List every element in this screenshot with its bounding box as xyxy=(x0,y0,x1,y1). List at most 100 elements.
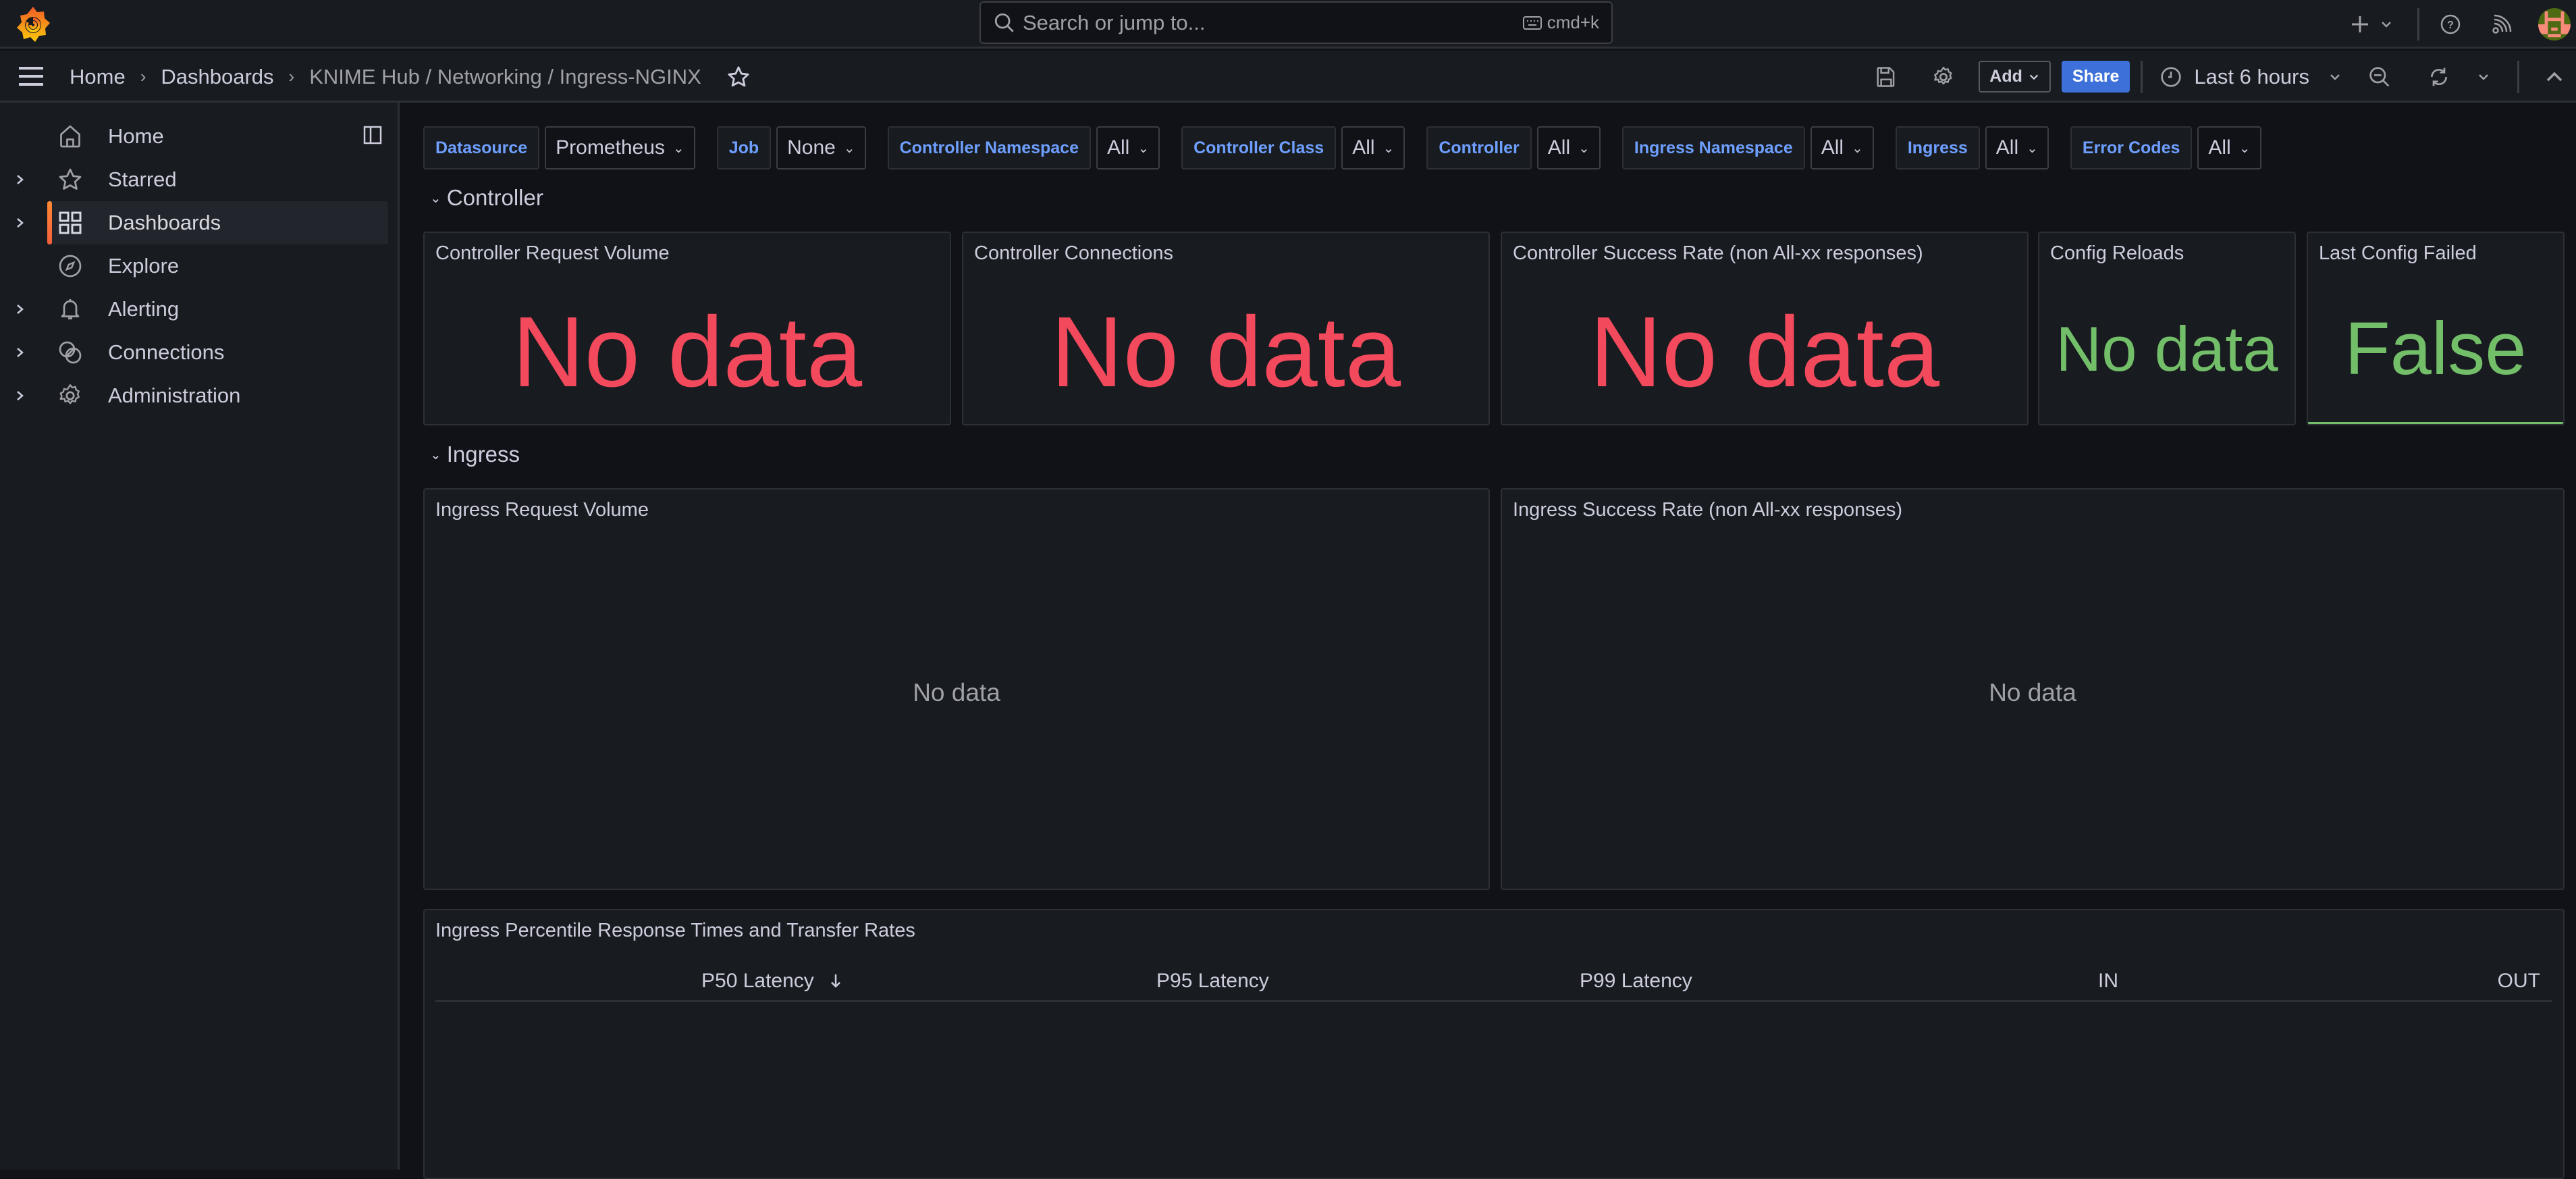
new-button[interactable] xyxy=(2350,14,2393,34)
breadcrumb-separator-icon: › xyxy=(288,66,295,86)
add-button[interactable]: Add xyxy=(1979,61,2051,93)
search-placeholder: Search or jump to... xyxy=(1023,10,1206,34)
dashboard-actions: Add Share Last 6 hours xyxy=(1876,51,2576,103)
variable-value: Prometheus xyxy=(556,136,665,159)
panel-controller-connections[interactable]: Controller Connections No data xyxy=(962,232,1490,425)
variable-select-ingress-namespace[interactable]: All ⌄ xyxy=(1810,126,1874,169)
panel-title: Last Config Failed xyxy=(2319,242,2477,264)
stat-value-text: No data xyxy=(512,296,863,408)
stat-value: No data xyxy=(963,280,1488,424)
top-bar-actions: ? xyxy=(2350,0,2576,49)
menu-toggle-button[interactable] xyxy=(18,66,45,87)
refresh-interval-picker[interactable] xyxy=(2477,70,2490,84)
chevron-down-icon xyxy=(2029,74,2039,80)
zoom-out-time-button[interactable] xyxy=(2369,66,2390,88)
variable-label-controller: Controller xyxy=(1426,126,1532,169)
variable-select-controller-namespace[interactable]: All ⌄ xyxy=(1096,126,1160,169)
variable-select-controller[interactable]: All ⌄ xyxy=(1536,126,1601,169)
sidebar-item-starred[interactable]: Starred xyxy=(0,158,388,201)
chevron-right-icon[interactable] xyxy=(15,300,26,319)
sidebar-item-administration[interactable]: Administration xyxy=(0,374,388,417)
user-avatar[interactable] xyxy=(2538,8,2571,41)
chevron-right-icon[interactable] xyxy=(15,170,26,189)
collapse-header-button[interactable] xyxy=(2545,70,2564,84)
dashboards-grid-icon xyxy=(59,211,82,234)
row-ingress-toggle[interactable]: ⌄ Ingress xyxy=(430,442,520,467)
sidebar-item-explore[interactable]: Explore xyxy=(0,244,388,288)
chevron-right-icon[interactable] xyxy=(15,213,26,232)
share-button[interactable]: Share xyxy=(2061,61,2130,93)
help-icon: ? xyxy=(2440,14,2461,34)
column-header-p99-latency[interactable]: P99 Latency xyxy=(1580,970,1692,993)
stat-value: No data xyxy=(2039,273,2295,424)
chevron-right-icon[interactable] xyxy=(15,386,26,405)
variable-select-job[interactable]: None ⌄ xyxy=(776,126,866,169)
row-controller-toggle[interactable]: ⌄ Controller xyxy=(430,185,543,211)
panel-config-reloads[interactable]: Config Reloads No data xyxy=(2038,232,2296,425)
search-shortcut: cmd+k xyxy=(1522,12,1599,33)
rss-feed-icon xyxy=(2492,14,2512,34)
variable-value: All xyxy=(1821,136,1844,159)
column-header-p95-latency[interactable]: P95 Latency xyxy=(1156,970,1269,993)
sidebar-item-label: Administration xyxy=(108,384,241,407)
sidebar-item-dashboards[interactable]: Dashboards xyxy=(47,201,388,244)
panel-last-config-failed[interactable]: Last Config Failed False xyxy=(2307,232,2565,425)
variable-select-controller-class[interactable]: All ⌄ xyxy=(1341,126,1405,169)
variable-select-error-codes[interactable]: All ⌄ xyxy=(2197,126,2261,169)
grafana-logo-icon[interactable] xyxy=(15,5,51,43)
save-icon xyxy=(1877,66,1895,87)
breadcrumb: Home › Dashboards › KNIME Hub / Networki… xyxy=(70,51,750,103)
refresh-icon xyxy=(2431,68,2447,86)
panel-controller-success-rate[interactable]: Controller Success Rate (non All-xx resp… xyxy=(1501,232,2029,425)
column-header-p50-latency[interactable]: P50 Latency xyxy=(701,970,842,993)
time-range-label: Last 6 hours xyxy=(2194,64,2309,88)
chevron-down-icon: ⌄ xyxy=(2027,140,2038,156)
stat-value: No data xyxy=(425,280,950,424)
plus-icon xyxy=(2352,16,2368,32)
breadcrumb-dashboards[interactable]: Dashboards xyxy=(161,65,273,89)
stat-value: No data xyxy=(1502,280,2027,424)
breadcrumb-home[interactable]: Home xyxy=(70,65,126,89)
chevron-down-icon: ⌄ xyxy=(672,140,685,156)
variable-select-datasource[interactable]: Prometheus ⌄ xyxy=(545,126,695,169)
sidebar: Home Starred Dashboards Explore Alerting… xyxy=(0,103,400,1170)
search-input[interactable]: Search or jump to... cmd+k xyxy=(980,1,1613,44)
panel-ingress-success-rate[interactable]: Ingress Success Rate (non All-xx respons… xyxy=(1501,488,2565,890)
panel-ingress-percentile-table[interactable]: Ingress Percentile Response Times and Tr… xyxy=(423,909,2565,1179)
panel-title: Config Reloads xyxy=(2050,242,2184,264)
variable-label-ingress: Ingress xyxy=(1895,126,1980,169)
hamburger-menu-icon xyxy=(19,67,43,86)
mark-favorite-button[interactable] xyxy=(727,66,750,88)
sidebar-item-label: Explore xyxy=(108,254,180,278)
help-button[interactable]: ? xyxy=(2440,14,2461,35)
panel-controller-request-volume[interactable]: Controller Request Volume No data xyxy=(423,232,951,425)
breadcrumb-current-dashboard: KNIME Hub / Networking / Ingress-NGINX xyxy=(309,64,701,88)
variable-value: All xyxy=(1107,136,1130,159)
variable-label-controller-class: Controller Class xyxy=(1181,126,1337,169)
time-range-picker[interactable]: Last 6 hours xyxy=(2160,65,2342,89)
variable-label-controller-namespace: Controller Namespace xyxy=(887,126,1091,169)
sidebar-item-home[interactable]: Home xyxy=(0,115,388,158)
chevron-down-icon xyxy=(2382,22,2391,28)
refresh-button[interactable] xyxy=(2428,66,2450,88)
sidebar-item-label: Dashboards xyxy=(108,211,221,234)
dashboard-settings-button[interactable] xyxy=(1933,66,1954,88)
save-dashboard-button[interactable] xyxy=(1876,66,1896,88)
sidebar-item-connections[interactable]: Connections xyxy=(0,331,388,374)
variable-value: All xyxy=(1995,136,2019,159)
variable-value: All xyxy=(1352,136,1375,159)
variable-select-ingress[interactable]: All ⌄ xyxy=(1985,126,2049,169)
variable-label-error-codes: Error Codes xyxy=(2070,126,2193,169)
panel-ingress-request-volume[interactable]: Ingress Request Volume No data xyxy=(423,488,1490,890)
sidebar-item-alerting[interactable]: Alerting xyxy=(0,288,388,331)
no-data-message: No data xyxy=(913,678,1000,706)
shortcut-label: cmd+k xyxy=(1547,12,1599,32)
gear-icon xyxy=(59,384,80,404)
news-button[interactable] xyxy=(2491,14,2513,35)
column-header-in[interactable]: IN xyxy=(2098,970,2118,993)
column-header-out[interactable]: OUT xyxy=(2498,970,2540,993)
stat-value-text: No data xyxy=(1050,296,1401,408)
chevron-right-icon[interactable] xyxy=(15,343,26,362)
stat-value-text: No data xyxy=(2056,313,2278,384)
chevron-down-icon: ⌄ xyxy=(1578,140,1590,156)
